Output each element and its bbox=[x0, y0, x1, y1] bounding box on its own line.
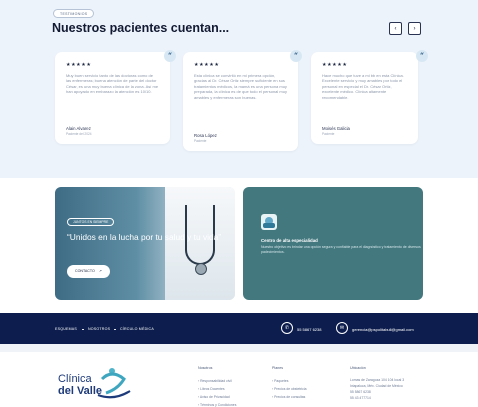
review-text: Hace mucho que tuve a mi bb en esta Clín… bbox=[322, 73, 404, 100]
info-bar: ESQUEMAS NOSOTROS CÍRCULO MÉDICA ✆ 55 58… bbox=[0, 313, 478, 345]
promo-tag: JUNTOS EN SIEMPRE bbox=[67, 218, 115, 226]
review-role: Paciente bbox=[194, 139, 207, 143]
review-text: Esta clínica se convirtió en mi primera … bbox=[194, 73, 287, 100]
section-heading: Nuestros pacientes cuentan... bbox=[52, 21, 230, 35]
contact-button-label: CONTACTO bbox=[75, 269, 95, 273]
footer-col-heading: Nosotros bbox=[198, 366, 213, 370]
nav-link-esquemas[interactable]: ESQUEMAS bbox=[55, 327, 77, 331]
testimonial-card: “ ★★★★★ Esta clínica se convirtió en mi … bbox=[183, 50, 302, 151]
footer-link[interactable]: › Precios de consultas bbox=[272, 395, 305, 399]
prev-button[interactable]: ‹ bbox=[389, 22, 402, 35]
divider-band bbox=[0, 344, 478, 352]
logo-text-line1: Clínica bbox=[58, 373, 92, 385]
email-address[interactable]: gerencia@pspolitabull@gmail.com bbox=[352, 327, 414, 332]
logo-text-line2: del Valle bbox=[58, 385, 103, 397]
quote-icon: “ bbox=[290, 50, 302, 62]
phone-number[interactable]: 55 5867 6238 bbox=[297, 327, 321, 332]
section-tag: TESTIMONIOS bbox=[53, 9, 95, 18]
star-rating: ★★★★★ bbox=[322, 62, 348, 68]
testimonial-card: “ ★★★★★ Muy buen servicio tanto de las d… bbox=[55, 50, 176, 144]
testimonials-section: TESTIMONIOS Nuestros pacientes cuentan..… bbox=[0, 0, 478, 178]
promo-banner: JUNTOS EN SIEMPRE “Unidos en la lucha po… bbox=[55, 187, 235, 300]
specialty-title: Centro de alta especialidad bbox=[261, 238, 318, 243]
star-rating: ★★★★★ bbox=[66, 62, 92, 68]
separator-dot bbox=[114, 328, 116, 331]
footer-col-heading: Ubicación bbox=[350, 366, 366, 370]
review-author: Moisés Galicia bbox=[322, 126, 350, 131]
address-line: Lomas de Zaragoza 104 104 local 3 bbox=[350, 378, 405, 382]
quote-icon: “ bbox=[164, 50, 176, 62]
quote-icon: “ bbox=[416, 50, 428, 62]
footer-link[interactable]: › Libros Docentes bbox=[198, 387, 225, 391]
footer-col-heading: Planes bbox=[272, 366, 283, 370]
review-role: Paciente del 2024 bbox=[66, 132, 92, 136]
footer-link[interactable]: › Responsabilidad civil bbox=[198, 379, 232, 383]
separator-dot bbox=[82, 328, 84, 331]
phone-line[interactable]: 55 5867 6238 bbox=[350, 390, 371, 394]
review-author: Rosa López bbox=[194, 133, 217, 138]
phone-icon: ✆ bbox=[281, 322, 293, 334]
email-icon: ✉ bbox=[336, 322, 348, 334]
phone-line[interactable]: 55 43 477714 bbox=[350, 396, 371, 400]
promo-title: “Unidos en la lucha por tu salud y tu vi… bbox=[67, 232, 222, 242]
clinic-logo[interactable]: Clínica del Valle bbox=[58, 365, 138, 403]
address-line: Ixtapaluca, Méx. Ciudad de México bbox=[350, 384, 403, 388]
footer-link[interactable]: › Aviso de Privacidad bbox=[198, 395, 230, 399]
review-text: Muy buen servicio tanto de las doctoras … bbox=[66, 73, 159, 95]
specialty-description: Nuestro objetivo es brindar una opción s… bbox=[261, 245, 421, 254]
next-button[interactable]: › bbox=[408, 22, 421, 35]
footer-link[interactable]: › Precios de obstetricia bbox=[272, 387, 307, 391]
nav-link-circulo-medica[interactable]: CÍRCULO MÉDICA bbox=[120, 327, 154, 331]
footer-link[interactable]: › Términos y Condiciones bbox=[198, 403, 236, 407]
contact-button[interactable]: CONTACTO ↗ bbox=[67, 265, 110, 278]
review-role: Paciente bbox=[322, 132, 335, 136]
footer-link[interactable]: › Paquetes bbox=[272, 379, 288, 383]
testimonial-card: “ ★★★★★ Hace mucho que tuve a mi bb en e… bbox=[311, 50, 428, 144]
stethoscope-head-icon bbox=[195, 263, 207, 275]
arrow-icon: ↗ bbox=[98, 269, 102, 273]
star-rating: ★★★★★ bbox=[194, 62, 220, 68]
review-author: Alain Alvarez bbox=[66, 126, 91, 131]
nav-link-nosotros[interactable]: NOSOTROS bbox=[88, 327, 110, 331]
footer: Clínica del Valle Nosotros › Responsabil… bbox=[0, 352, 478, 407]
hospital-icon bbox=[261, 214, 277, 230]
specialty-card: Centro de alta especialidad Nuestro obje… bbox=[243, 187, 423, 300]
